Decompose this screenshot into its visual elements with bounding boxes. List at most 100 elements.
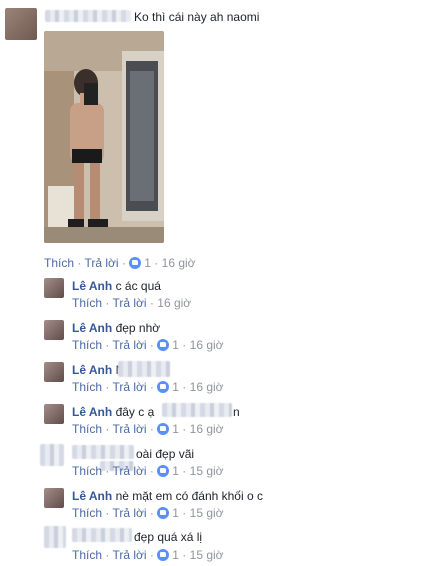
comment-text: Ko thì cái này ah naomi [134, 10, 260, 24]
like-link[interactable]: Thích [72, 338, 102, 352]
reply-text: đẹp quá xá lị [134, 530, 203, 544]
timestamp[interactable]: 16 giờ [162, 256, 196, 270]
reply-text-blurred [162, 403, 232, 417]
separator: · [149, 296, 154, 310]
reply-text: oài đẹp vãi [136, 447, 195, 461]
avatar[interactable] [44, 404, 64, 424]
thumbs-up-icon [129, 257, 142, 269]
author-name[interactable]: Lê Anh [72, 321, 112, 335]
like-count[interactable]: 1 [157, 506, 179, 520]
author-name[interactable]: Lê Anh [72, 405, 112, 419]
timestamp[interactable]: 16 giờ [190, 422, 224, 436]
like-link[interactable]: Thích [44, 256, 74, 270]
photo-image [44, 31, 164, 243]
reply-link[interactable]: Trả lời [112, 380, 146, 394]
author-name[interactable]: Lê Anh [72, 279, 112, 293]
avatar[interactable] [44, 362, 64, 382]
author-name-blurred[interactable] [72, 528, 132, 542]
separator: · [105, 296, 110, 310]
reply-line: Lê Anh N [72, 363, 124, 377]
like-count[interactable]: 1 [157, 338, 179, 352]
separator: · [182, 464, 187, 478]
reply-actions: Thích · Trả lời · 1 · 15 giờ [72, 506, 224, 520]
separator: · [105, 422, 110, 436]
thumbs-up-icon [157, 339, 170, 351]
like-link[interactable]: Thích [72, 296, 102, 310]
separator: · [149, 422, 154, 436]
reply-text: c ác quá [115, 279, 161, 293]
reply-line: Lê Anh c ác quá [72, 279, 161, 293]
timestamp[interactable]: 15 giờ [190, 548, 224, 562]
reply-text: nè mặt em có đánh khối o c [115, 489, 263, 503]
reply-actions: Thích · Trả lời · 1 · 16 giờ [72, 380, 224, 394]
like-link[interactable]: Thích [72, 464, 102, 478]
separator: · [105, 506, 110, 520]
timestamp[interactable]: 15 giờ [190, 506, 224, 520]
reply-link[interactable]: Trả lời [112, 506, 146, 520]
timestamp[interactable]: 16 giờ [157, 296, 191, 310]
reply-link[interactable]: Trả lời [112, 296, 146, 310]
author-name-blurred[interactable] [72, 445, 134, 459]
separator: · [149, 338, 154, 352]
separator: · [182, 380, 187, 394]
separator: · [149, 380, 154, 394]
thumbs-up-icon [157, 423, 170, 435]
thumbs-up-icon [157, 381, 170, 393]
timestamp[interactable]: 16 giờ [190, 338, 224, 352]
comment-actions: Thích · Trả lời · 1 · 16 giờ [44, 256, 196, 270]
reply-link[interactable]: Trả lời [84, 256, 118, 270]
like-link[interactable]: Thích [72, 548, 102, 562]
author-name[interactable]: Lê Anh [72, 363, 112, 377]
thumbs-up-icon [157, 549, 170, 561]
author-name[interactable]: Lê Anh [72, 489, 112, 503]
separator: · [105, 548, 110, 562]
reply-text: đây c ạ [115, 405, 155, 419]
separator: · [105, 338, 110, 352]
separator: · [182, 506, 187, 520]
reply-actions: Thích · Trả lời · 1 · 15 giờ [72, 548, 224, 562]
reply-link[interactable]: Trả lời [112, 464, 146, 478]
reply-line: Lê Anh đây c ạ [72, 405, 154, 419]
like-link[interactable]: Thích [72, 422, 102, 436]
avatar[interactable] [44, 488, 64, 508]
separator: · [105, 464, 110, 478]
comment-photo[interactable] [44, 31, 164, 243]
like-link[interactable]: Thích [72, 380, 102, 394]
thumbs-up-icon [157, 507, 170, 519]
separator: · [121, 256, 126, 270]
like-count[interactable]: 1 [129, 256, 151, 270]
like-link[interactable]: Thích [72, 506, 102, 520]
avatar[interactable] [44, 526, 66, 548]
separator: · [149, 464, 154, 478]
reply-link[interactable]: Trả lời [112, 422, 146, 436]
separator: · [77, 256, 82, 270]
timestamp[interactable]: 16 giờ [190, 380, 224, 394]
separator: · [154, 256, 159, 270]
separator: · [182, 338, 187, 352]
like-count[interactable]: 1 [157, 380, 179, 394]
separator: · [182, 422, 187, 436]
timestamp[interactable]: 15 giờ [190, 464, 224, 478]
separator: · [105, 380, 110, 394]
avatar[interactable] [40, 444, 64, 466]
avatar[interactable] [44, 278, 64, 298]
separator: · [182, 548, 187, 562]
thumbs-up-icon [157, 465, 170, 477]
reply-actions: Thích · Trả lời · 16 giờ [72, 296, 191, 310]
like-count[interactable]: 1 [157, 422, 179, 436]
author-name-blurred[interactable] [45, 10, 131, 22]
reply-actions: Thích · Trả lời · 1 · 16 giờ [72, 422, 224, 436]
avatar[interactable] [44, 320, 64, 340]
reply-text-blurred [118, 361, 170, 377]
like-count[interactable]: 1 [157, 548, 179, 562]
reply-link[interactable]: Trả lời [112, 338, 146, 352]
separator: · [149, 506, 154, 520]
reply-actions: Thích · Trả lời · 1 · 16 giờ [72, 338, 224, 352]
reply-link[interactable]: Trả lời [112, 548, 146, 562]
reply-actions: Thích · Trả lời · 1 · 15 giờ [72, 464, 224, 478]
like-count[interactable]: 1 [157, 464, 179, 478]
reply-line: Lê Anh nè mặt em có đánh khối o c [72, 489, 263, 503]
avatar[interactable] [5, 8, 37, 40]
separator: · [149, 548, 154, 562]
reply-text: đẹp nhờ [115, 321, 161, 335]
